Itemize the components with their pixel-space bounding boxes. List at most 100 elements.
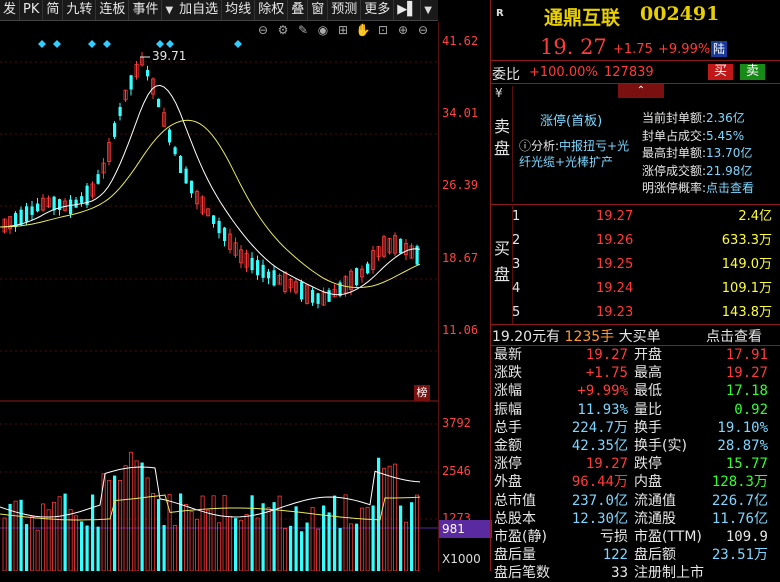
yen-icon: ¥ — [495, 86, 503, 100]
seal-stat-value[interactable]: 点击查看 — [706, 181, 754, 195]
toolbar-item[interactable]: 窗 — [308, 0, 329, 20]
volume-bar — [30, 516, 35, 571]
volume-bar — [289, 525, 293, 571]
rank-badge[interactable]: 榜 — [414, 385, 430, 401]
quote-value: 19.27 — [725, 365, 768, 382]
quote-label: 总手 — [494, 419, 522, 436]
toolbar-item[interactable]: 更多 — [361, 0, 395, 20]
separator — [490, 60, 780, 61]
volume-bar — [80, 521, 84, 571]
flag-icon[interactable]: ▶▌ — [394, 0, 422, 20]
quote-row: 振幅 11.93% 量比 0.92 — [494, 401, 774, 419]
quote-label: 最高 — [634, 365, 662, 382]
buy-order-volume: 149.0万 — [721, 257, 772, 272]
quote-row: 涨幅 +9.99% 最低 17.18 — [494, 382, 774, 400]
price-axis — [438, 22, 491, 571]
hk-connect-tag[interactable]: 陆 — [711, 41, 727, 57]
big-order-row: 19.20元有 1235手 大买单 — [492, 326, 661, 346]
volume-bar — [305, 522, 309, 571]
quote-value: 12.30亿 — [571, 510, 628, 527]
quote-row: 涨停 19.27 跌停 15.77 — [494, 455, 774, 473]
buy-order-row[interactable]: 4 19.24 109.1万 — [510, 278, 772, 300]
stock-name: 通鼎互联 — [544, 7, 621, 29]
weibi-pct: +100.00% — [529, 65, 598, 80]
toolbar-item[interactable]: 九转 — [63, 0, 97, 20]
volume-axis-label: 3792 — [442, 416, 471, 430]
toolbar-item[interactable]: 简 — [43, 0, 64, 20]
seal-stat-value: 2.36亿 — [706, 111, 745, 125]
toolbar-item[interactable]: 叠 — [288, 0, 309, 20]
seal-stat-value: 21.98亿 — [706, 163, 753, 178]
quote-row: 金额 42.35亿 换手(实) 28.87% — [494, 437, 774, 455]
toolbar-dropdown-icon[interactable]: ▼ — [162, 5, 176, 16]
collapse-up-icon[interactable]: ⌃ — [618, 84, 664, 98]
volume-bar — [57, 496, 62, 571]
quote-label: 涨停 — [494, 456, 522, 473]
toolbar-item[interactable]: 均线 — [222, 0, 256, 20]
volume-bar — [200, 495, 205, 571]
toolbar-item[interactable]: 预测 — [328, 0, 362, 20]
kline-chart[interactable]: 39.71 — [0, 22, 438, 402]
quote-label: 流通值 — [634, 492, 676, 509]
event-diamond-icon — [88, 40, 96, 48]
candle-body — [74, 199, 78, 208]
toolbar-item[interactable]: 发 — [0, 0, 21, 20]
toolbar-item[interactable]: 连板 — [96, 0, 130, 20]
buy-order-level: 1 — [512, 209, 521, 224]
toolbar-dropdown-icon[interactable]: ▼ — [421, 5, 435, 16]
toolbar-item[interactable]: PK — [20, 0, 44, 20]
buy-order-price: 19.23 — [596, 305, 634, 320]
sell-button[interactable]: 卖 — [740, 64, 766, 80]
volume-bar — [91, 494, 95, 571]
volume-ma-line — [0, 466, 421, 518]
quote-value: 15.77 — [725, 456, 768, 473]
buy-button[interactable]: 买 — [708, 64, 734, 80]
seal-stat-key: 最高封单额: — [642, 146, 707, 160]
quote-label: 涨幅 — [494, 383, 522, 400]
volume-chart[interactable] — [0, 402, 438, 571]
buy-order-row[interactable]: 1 19.27 2.4亿 — [510, 206, 772, 228]
sell-side-label: 卖盘 — [493, 117, 510, 158]
quote-value: 17.18 — [725, 383, 768, 400]
candle-body — [190, 180, 194, 194]
buy-order-price: 19.27 — [596, 209, 634, 224]
volume-bar — [327, 512, 331, 571]
quote-label: 跌停 — [634, 456, 662, 473]
toolbar-item[interactable]: 加自选 — [176, 0, 223, 20]
quote-label: 换手(实) — [634, 438, 687, 454]
buy-order-row[interactable]: 5 19.23 143.8万 — [510, 302, 772, 324]
quote-value: 33 — [611, 565, 628, 582]
volume-bar — [19, 499, 23, 571]
buy-order-row[interactable]: 2 19.26 633.3万 — [510, 230, 772, 252]
candle-body — [52, 196, 56, 211]
toolbar-item[interactable]: 除权 — [255, 0, 289, 20]
weibi-value: 127839 — [604, 65, 654, 80]
candle-body — [267, 271, 271, 279]
candle-body — [327, 290, 331, 302]
big-order-link[interactable]: 点击查看 — [706, 326, 762, 346]
volume-bar — [410, 502, 414, 571]
volume-bar — [217, 522, 222, 571]
analysis-block[interactable]: ⓘ分析:中报扭亏+光纤光缆+光棒扩产 — [519, 138, 631, 170]
volume-bar — [211, 495, 216, 571]
quote-label: 外盘 — [494, 474, 522, 491]
volume-bar — [393, 463, 398, 571]
seal-stat-row[interactable]: 明涨停概率:点击查看 — [642, 180, 778, 198]
volume-bar — [399, 505, 403, 571]
buy-order-row[interactable]: 3 19.25 149.0万 — [510, 254, 772, 276]
quote-label: 总股本 — [494, 510, 536, 527]
seal-stat-value: 13.70亿 — [706, 146, 753, 160]
separator — [490, 324, 780, 325]
quote-value: 17.91 — [725, 347, 768, 363]
volume-bar — [184, 503, 189, 571]
volume-bar — [151, 492, 156, 571]
big-order-price: 19.20元有 — [492, 329, 561, 345]
volume-bar — [310, 506, 315, 571]
volume-current-value: 981 — [439, 520, 492, 538]
volume-bar — [107, 479, 112, 571]
candle-body — [113, 123, 117, 137]
toolbar-item[interactable]: 事件 — [129, 0, 163, 20]
candle-body — [36, 203, 40, 212]
quote-row: 外盘 96.44万 内盘 128.3万 — [494, 473, 774, 491]
volume-bar — [74, 515, 79, 571]
